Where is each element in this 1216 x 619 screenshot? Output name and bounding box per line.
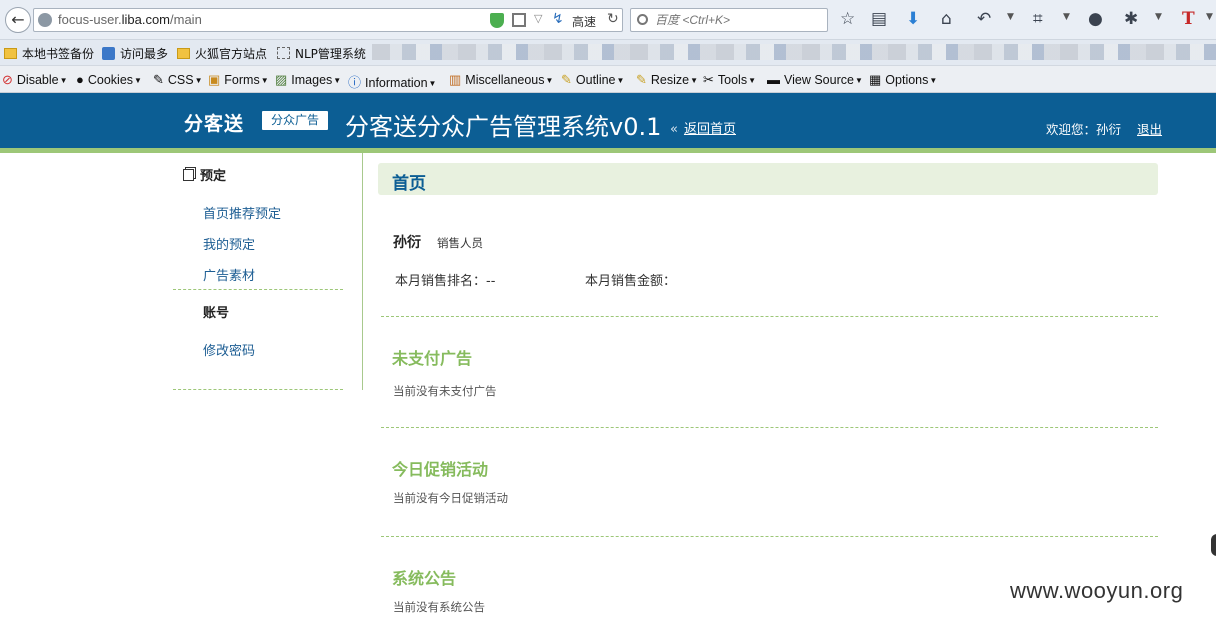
bookmark-local-backup[interactable]: 本地书签备份 (4, 45, 94, 62)
page-icon (102, 47, 115, 60)
globe-icon (38, 13, 52, 27)
welcome-text: 欢迎您：孙衍 (1046, 122, 1122, 137)
resize-icon: ✎ (636, 72, 647, 87)
web-developer-toolbar: ⊘ Disable▼ ● Cookies▼ ✎ CSS▼ ▣ Forms▼ ▨ Image… (0, 66, 1216, 93)
bookmark-firefox-sites[interactable]: 火狐官方站点 (177, 45, 267, 62)
download-icon[interactable]: ⬇ (906, 9, 920, 29)
sidebar: 预定 首页推荐预定 我的预定 广告素材 账号 修改密码 (173, 153, 363, 390)
home-icon[interactable]: ⌂ (941, 9, 952, 29)
chevron-down-icon[interactable]: ▼ (1063, 12, 1070, 22)
logo-badge: 分众广告 (262, 111, 329, 130)
forms-icon: ▣ (208, 72, 221, 87)
search-icon (637, 14, 648, 25)
cookies-icon: ● (76, 72, 84, 87)
t-tool-icon[interactable]: T (1182, 9, 1195, 29)
sidebar-heading-account: 账号 (203, 306, 230, 321)
reading-list-icon[interactable]: ▤ (871, 9, 887, 29)
bookmark-most-visited[interactable]: 访问最多 (102, 45, 168, 62)
sidebar-item-my-reservations[interactable]: 我的预定 (203, 234, 255, 253)
chat-icon[interactable]: ● (1088, 9, 1103, 29)
speed-label[interactable]: 高速 (572, 13, 596, 30)
browser-nav-bar: ← focus-user.liba.com/main ▽ ↯ 高速 ↻ ☆ ▤ … (0, 0, 1216, 40)
css-icon: ✎ (153, 72, 164, 87)
site-header: 分客送 分众广告 分客送分众广告管理系统v0.1 « 返回首页 欢迎您：孙衍 退出 (0, 93, 1216, 148)
monthly-sales-amount: 本月销售金额： (585, 274, 677, 289)
options-icon: ▦ (869, 72, 882, 87)
shield-icon[interactable] (490, 13, 504, 28)
page-title: 首页 (392, 174, 426, 194)
sidebar-item-change-password[interactable]: 修改密码 (203, 340, 255, 359)
sidebar-divider (173, 389, 343, 390)
back-arrow-icon[interactable]: ← (5, 7, 31, 33)
dev-menu-options[interactable]: ▦ Options▼ (869, 72, 937, 88)
page-title-bar: 首页 (378, 163, 1158, 195)
watermark: www.wooyun.org (1010, 578, 1184, 603)
crop-icon[interactable]: ⌗ (1033, 9, 1043, 29)
folder-icon (4, 48, 17, 59)
sidebar-item-ad-materials[interactable]: 广告素材 (203, 265, 255, 284)
qr-code-icon[interactable] (512, 13, 526, 27)
section-divider (381, 316, 1158, 317)
sidebar-divider (173, 289, 343, 290)
double-chevron-left-icon: « (670, 122, 678, 137)
tools-icon: ✂ (703, 72, 714, 87)
misc-icon: ▥ (449, 72, 462, 87)
section-title-unpaid-ads: 未支付广告 (392, 349, 473, 368)
back-home-link[interactable]: 返回首页 (684, 122, 736, 137)
search-box[interactable] (630, 8, 828, 32)
section-empty-today-promotions: 当前没有今日促销活动 (393, 491, 508, 505)
site-logo[interactable]: 分客送 (184, 109, 244, 136)
undo-icon[interactable]: ↶ (977, 9, 991, 29)
speed-icon[interactable]: ↯ (552, 11, 564, 27)
section-empty-system-announcements: 当前没有系统公告 (393, 600, 485, 614)
dev-menu-forms[interactable]: ▣ Forms▼ (208, 72, 269, 88)
section-divider (381, 427, 1158, 428)
dev-menu-css[interactable]: ✎ CSS▼ (153, 72, 203, 88)
dev-menu-disable[interactable]: ⊘ Disable▼ (2, 72, 68, 88)
user-name: 孙衍 (393, 235, 421, 251)
dev-menu-information[interactable]: ⓘ Information▼ (348, 72, 436, 91)
system-title: 分客送分众广告管理系统v0.1 (345, 113, 662, 141)
chevron-down-icon[interactable]: ▽ (534, 12, 542, 25)
dev-menu-view-source[interactable]: ▬ View Source▼ (767, 72, 863, 87)
user-role: 销售人员 (437, 236, 483, 250)
address-bar[interactable]: focus-user.liba.com/main ▽ ↯ 高速 ↻ (33, 8, 623, 32)
dev-menu-resize[interactable]: ✎ Resize▼ (636, 72, 698, 88)
monthly-sales-rank: 本月销售排名：-- (395, 274, 496, 289)
folder-icon (177, 48, 190, 59)
chevron-down-icon[interactable]: ▼ (1007, 12, 1014, 22)
logout-link[interactable]: 退出 (1137, 119, 1162, 138)
disable-icon: ⊘ (2, 72, 13, 87)
sidebar-heading-reservation: 预定 (183, 165, 226, 184)
blurred-bookmarks (372, 44, 1216, 60)
dev-menu-outline[interactable]: ✎ Outline▼ (561, 72, 624, 88)
scroll-handle[interactable] (1211, 534, 1216, 556)
copy-icon (183, 169, 194, 181)
dev-menu-miscellaneous[interactable]: ▥ Miscellaneous▼ (449, 72, 553, 88)
outline-icon: ✎ (561, 72, 572, 87)
dotted-page-icon (277, 47, 290, 59)
dev-menu-cookies[interactable]: ● Cookies▼ (76, 72, 142, 87)
star-icon[interactable]: ☆ (840, 9, 855, 29)
back-home[interactable]: « 返回首页 (670, 118, 736, 137)
section-title-today-promotions: 今日促销活动 (392, 460, 489, 479)
info-icon: ⓘ (348, 75, 362, 90)
dev-menu-images[interactable]: ▨ Images▼ (275, 72, 341, 88)
images-icon: ▨ (275, 72, 288, 87)
reload-icon[interactable]: ↻ (607, 11, 619, 27)
chevron-down-icon[interactable]: ▼ (1206, 12, 1213, 22)
search-input[interactable] (655, 11, 825, 29)
url-text[interactable]: focus-user.liba.com/main (58, 12, 202, 27)
section-title-system-announcements: 系统公告 (392, 569, 457, 588)
section-divider (381, 536, 1158, 537)
sidebar-item-homepage-recommend[interactable]: 首页推荐预定 (203, 203, 281, 222)
dev-menu-tools[interactable]: ✂ Tools▼ (703, 72, 756, 88)
bookmarks-bar: 本地书签备份 访问最多 火狐官方站点 NLP管理系统 (0, 40, 1216, 66)
chevron-down-icon[interactable]: ▼ (1155, 12, 1162, 22)
bug-icon[interactable]: ✱ (1124, 9, 1138, 29)
bookmark-nlp-system[interactable]: NLP管理系统 (277, 45, 366, 62)
view-source-icon: ▬ (767, 72, 780, 87)
section-empty-unpaid-ads: 当前没有未支付广告 (393, 384, 497, 398)
